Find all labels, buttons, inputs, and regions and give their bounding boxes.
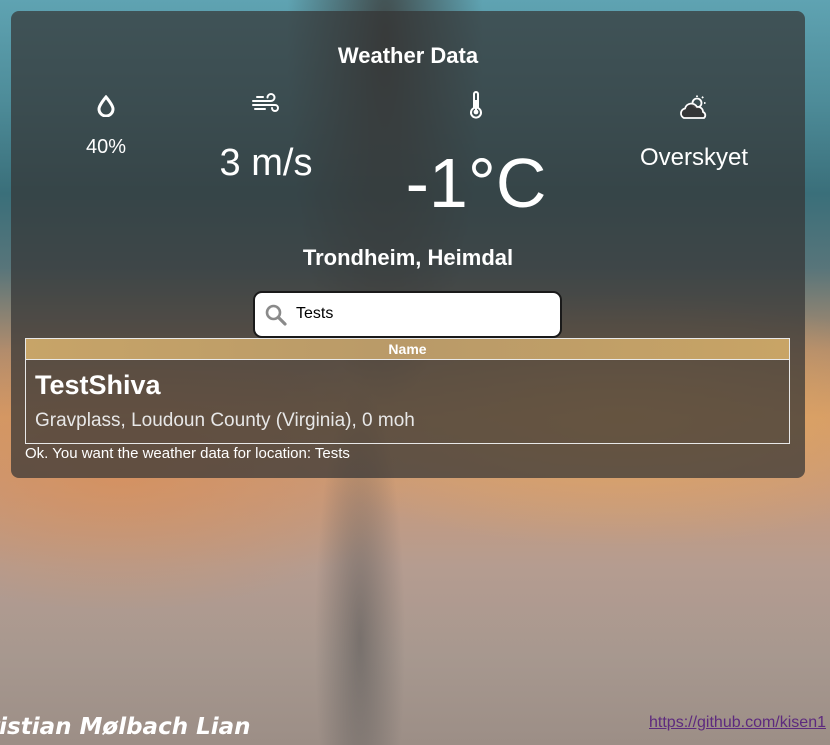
humidity-stat: 40% — [66, 94, 146, 159]
page-title: Weather Data — [337, 43, 479, 68]
search-icon — [264, 303, 288, 332]
author-signature: Kristian Mølbach Lian — [0, 714, 251, 740]
temperature-stat: -1°C — [386, 91, 566, 218]
sky-stat: Overskyet — [624, 95, 764, 172]
wind-value: 3 m/s — [219, 142, 313, 184]
status-text: Ok. You want the weather data for locati… — [25, 445, 350, 462]
results-column-header: Name — [26, 339, 789, 360]
search-box[interactable] — [253, 291, 562, 338]
result-description: Gravplass, Loudoun County (Virginia), 0 … — [35, 410, 415, 431]
thermometer-icon — [386, 91, 566, 124]
search-input[interactable] — [296, 300, 551, 328]
sky-value: Overskyet — [639, 144, 749, 171]
github-link[interactable]: https://github.com/kisen1 — [649, 714, 826, 732]
temperature-value: -1°C — [405, 144, 547, 222]
results-table: Name TestShiva Gravplass, Loudoun County… — [25, 338, 790, 444]
result-name: TestShiva — [35, 370, 161, 400]
cloud-sun-icon — [624, 95, 764, 126]
location-name: Trondheim, Heimdal — [302, 245, 514, 270]
droplet-icon — [66, 94, 146, 122]
wind-stat: 3 m/s — [196, 93, 336, 185]
humidity-value: 40% — [85, 136, 127, 158]
wind-icon — [196, 93, 336, 120]
table-row[interactable]: TestShiva Gravplass, Loudoun County (Vir… — [26, 360, 789, 432]
